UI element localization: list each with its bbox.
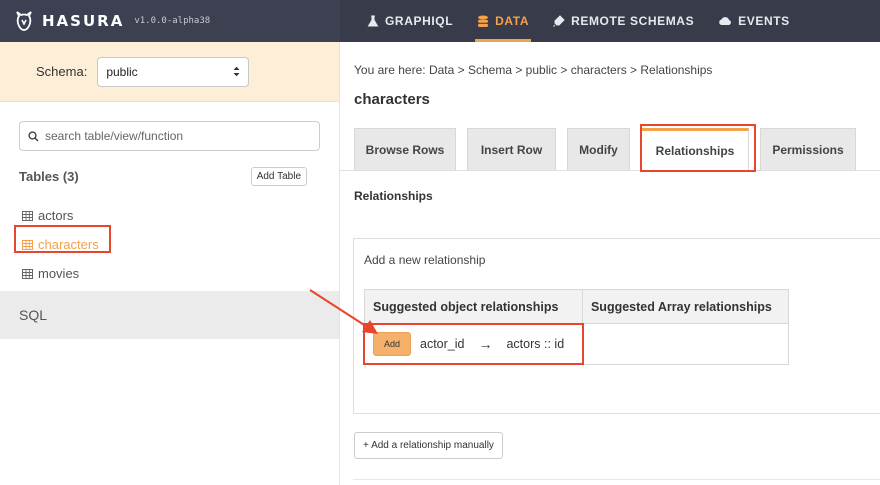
schema-label: Schema: (36, 64, 88, 79)
schema-select[interactable]: public (97, 56, 250, 87)
breadcrumb[interactable]: You are here: Data > Schema > public > c… (354, 63, 712, 77)
tab-insert-row[interactable]: Insert Row (467, 128, 556, 170)
nav-data[interactable]: DATA (465, 0, 541, 42)
select-arrows-icon (233, 66, 240, 77)
tab-divider (340, 170, 880, 171)
main-content: You are here: Data > Schema > public > c… (340, 42, 880, 485)
highlight-box-relationships-tab (640, 124, 756, 172)
schema-select-value: public (106, 64, 138, 79)
hasura-logo-icon (16, 11, 32, 31)
sidebar-sql-link[interactable]: SQL (0, 291, 339, 339)
tables-header: Tables (3) Add Table (19, 167, 307, 186)
nav-events-label: EVENTS (738, 14, 790, 28)
search-box[interactable] (19, 121, 320, 151)
nav-graphiql[interactable]: GRAPHIQL (355, 0, 465, 42)
nav-remote-schemas[interactable]: REMOTE SCHEMAS (541, 0, 706, 42)
table-item-label: movies (38, 266, 80, 281)
table-item-movies[interactable]: movies (0, 259, 339, 288)
nav-events[interactable]: EVENTS (706, 0, 802, 42)
table-icon (22, 210, 33, 221)
tab-permissions[interactable]: Permissions (760, 128, 856, 170)
section-title: Relationships (354, 189, 433, 203)
tab-modify[interactable]: Modify (567, 128, 630, 170)
panel-title: Add a new relationship (364, 253, 486, 267)
search-input[interactable] (45, 129, 305, 143)
version-label: v1.0.0-alpha38 (134, 16, 211, 26)
search-icon (28, 130, 39, 142)
table-icon (22, 268, 33, 279)
pointer-arrow-icon (309, 289, 378, 334)
highlight-box-characters (14, 225, 111, 253)
brand-name: HASURA (42, 12, 125, 30)
page-title: characters (354, 91, 430, 108)
flask-icon (367, 15, 379, 27)
nav-remote-schemas-label: REMOTE SCHEMAS (571, 14, 695, 28)
add-table-button[interactable]: Add Table (250, 167, 307, 186)
schema-selector-area: Schema: public (0, 42, 339, 102)
tab-bar: Browse Rows Insert Row Modify Relationsh… (354, 128, 867, 170)
suggested-table-header: Suggested object relationships Suggested… (365, 290, 788, 324)
sidebar: Schema: public Tables (3) Add Table acto… (0, 42, 340, 485)
cloud-icon (719, 17, 732, 25)
database-icon (478, 15, 489, 27)
plug-icon (553, 15, 565, 27)
top-navbar: HASURA v1.0.0-alpha38 GRAPHIQL DATA REMO… (0, 0, 880, 42)
add-relationship-manually-button[interactable]: + Add a relationship manually (354, 432, 503, 459)
tab-browse-rows[interactable]: Browse Rows (354, 128, 456, 170)
array-relationships-header: Suggested Array relationships (590, 299, 772, 314)
highlight-box-suggested-relationship (363, 323, 584, 365)
logo-area[interactable]: HASURA v1.0.0-alpha38 (0, 0, 340, 42)
bottom-divider (353, 479, 880, 480)
tables-count-title: Tables (3) (19, 169, 79, 184)
table-item-label: actors (38, 208, 74, 223)
nav-data-label: DATA (495, 14, 530, 28)
object-relationships-header: Suggested object relationships (365, 290, 583, 323)
nav-graphiql-label: GRAPHIQL (385, 14, 454, 28)
main-nav: GRAPHIQL DATA REMOTE SCHEMAS EVENTS (355, 0, 802, 42)
